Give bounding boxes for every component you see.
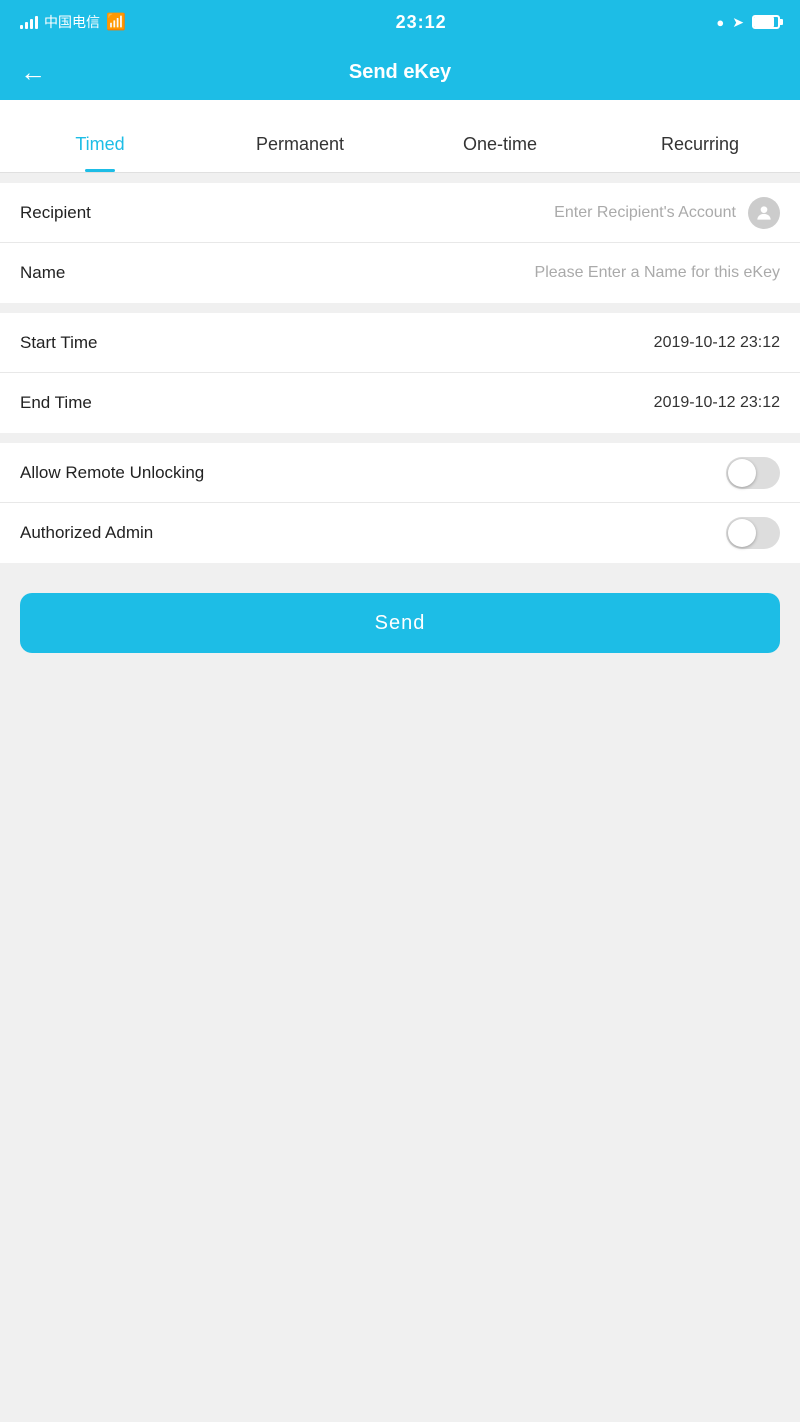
back-button[interactable]: ← [20, 59, 46, 85]
allow-remote-label: Allow Remote Unlocking [20, 463, 204, 483]
tab-indicator [85, 169, 115, 172]
header: ← Send eKey [0, 44, 800, 100]
header-title: Send eKey [349, 61, 451, 84]
send-section: Send [0, 563, 800, 683]
signal-icon [20, 15, 38, 29]
tab-one-time[interactable]: One-time [400, 100, 600, 172]
end-time-row[interactable]: End Time 2019-10-12 23:12 [0, 373, 800, 433]
end-time-value: 2019-10-12 23:12 [654, 394, 780, 412]
name-input-area[interactable]: Please Enter a Name for this eKey [180, 264, 780, 282]
location-icon: ➤ [732, 14, 744, 31]
authorized-admin-knob [728, 519, 756, 547]
name-label: Name [20, 263, 180, 283]
wifi-icon: 📶 [106, 12, 126, 32]
status-time: 23:12 [396, 12, 447, 33]
tab-recurring[interactable]: Recurring [600, 100, 800, 172]
recipient-label: Recipient [20, 203, 180, 223]
start-time-value-area[interactable]: 2019-10-12 23:12 [180, 334, 780, 352]
status-right: ● ➤ [716, 14, 780, 31]
start-time-label: Start Time [20, 333, 180, 353]
allow-remote-row: Allow Remote Unlocking [0, 443, 800, 503]
start-time-row[interactable]: Start Time 2019-10-12 23:12 [0, 313, 800, 373]
recipient-input-area[interactable]: Enter Recipient's Account [180, 197, 780, 229]
allow-remote-toggle[interactable] [726, 457, 780, 489]
carrier-label: 中国电信 [44, 12, 100, 32]
name-placeholder: Please Enter a Name for this eKey [535, 264, 780, 282]
recipient-row: Recipient Enter Recipient's Account [0, 183, 800, 243]
recipient-section: Recipient Enter Recipient's Account Name… [0, 183, 800, 303]
tab-timed[interactable]: Timed [0, 100, 200, 172]
time-section: Start Time 2019-10-12 23:12 End Time 201… [0, 313, 800, 433]
bottom-area [0, 683, 800, 1083]
contact-icon[interactable] [748, 197, 780, 229]
status-bar: 中国电信 📶 23:12 ● ➤ [0, 0, 800, 44]
allow-remote-knob [728, 459, 756, 487]
recipient-placeholder: Enter Recipient's Account [554, 204, 736, 222]
authorized-admin-toggle[interactable] [726, 517, 780, 549]
lock-icon: ● [716, 15, 724, 30]
status-left: 中国电信 📶 [20, 12, 126, 32]
tabs-container: Timed Permanent One-time Recurring [0, 100, 800, 173]
end-time-label: End Time [20, 393, 180, 413]
start-time-value: 2019-10-12 23:12 [654, 334, 780, 352]
authorized-admin-row: Authorized Admin [0, 503, 800, 563]
tab-permanent[interactable]: Permanent [200, 100, 400, 172]
end-time-value-area[interactable]: 2019-10-12 23:12 [180, 394, 780, 412]
name-row: Name Please Enter a Name for this eKey [0, 243, 800, 303]
send-button[interactable]: Send [20, 593, 780, 653]
authorized-admin-label: Authorized Admin [20, 523, 180, 543]
toggle-section: Allow Remote Unlocking Authorized Admin [0, 443, 800, 563]
authorized-admin-toggle-area [180, 517, 780, 549]
allow-remote-toggle-area [204, 457, 780, 489]
battery-icon [752, 15, 780, 29]
